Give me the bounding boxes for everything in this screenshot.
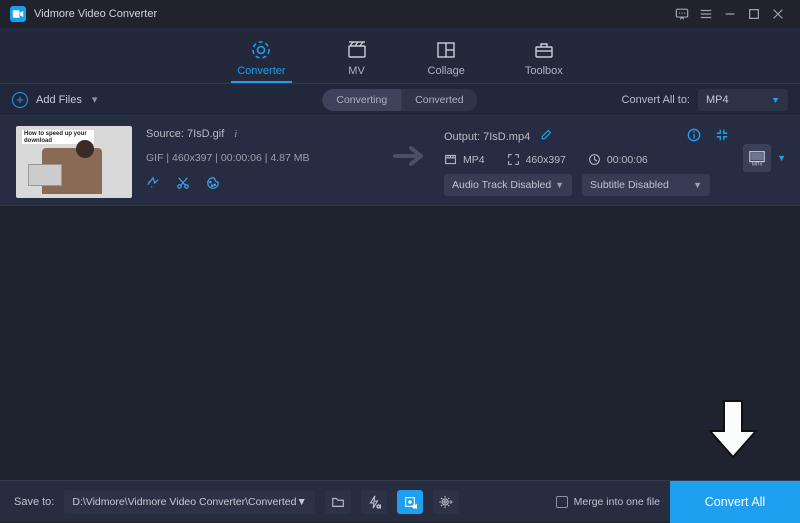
toolbar: + Add Files ▾ Converting Converted Conve…: [0, 84, 800, 116]
cut-icon[interactable]: [176, 176, 190, 190]
source-thumbnail[interactable]: How to speed up your download: [16, 126, 132, 198]
svg-text:ON: ON: [413, 504, 417, 509]
hw-accel-button[interactable]: OFF: [361, 490, 387, 514]
tab-collage[interactable]: Collage: [428, 39, 465, 83]
source-meta: GIF | 460x397 | 00:00:06 | 4.87 MB: [146, 152, 376, 164]
convert-all-button[interactable]: Convert All: [670, 481, 800, 523]
app-logo: [10, 6, 26, 22]
subtitle-select[interactable]: Subtitle Disabled ▼: [582, 174, 710, 196]
tab-label: Toolbox: [525, 65, 563, 77]
svg-text:OFF: OFF: [377, 504, 381, 509]
dropdown-value: MP4: [706, 94, 729, 106]
out-format: MP4: [463, 154, 485, 166]
output-label: Output: 7IsD.mp4: [444, 131, 530, 143]
settings-button[interactable]: [433, 490, 459, 514]
status-segmented: Converting Converted: [322, 89, 477, 111]
add-files-label: Add Files: [36, 94, 82, 106]
menu-icon[interactable]: [694, 2, 718, 26]
chevron-down-icon: ▼: [693, 180, 702, 190]
file-list: How to speed up your download Source: 7I…: [0, 116, 800, 206]
plus-icon: +: [12, 92, 28, 108]
output-profile-button[interactable]: MP4: [743, 144, 771, 172]
output-column: Output: 7IsD.mp4 MP4 460x397 00:00:06 Au…: [444, 126, 729, 196]
output-format-dropdown[interactable]: MP4 ▼: [698, 89, 788, 111]
feedback-icon[interactable]: [670, 2, 694, 26]
tab-converter[interactable]: Converter: [237, 39, 285, 83]
save-path-value: D:\Vidmore\Vidmore Video Converter\Conve…: [72, 496, 296, 508]
minimize-button[interactable]: [718, 2, 742, 26]
file-info-icon[interactable]: [687, 128, 701, 145]
collage-icon: [435, 39, 457, 61]
tab-mv[interactable]: MV: [346, 39, 368, 83]
add-files-button[interactable]: + Add Files ▾: [12, 92, 97, 108]
chevron-down-icon: ▼: [555, 180, 564, 190]
checkbox-icon: [556, 496, 568, 508]
source-label: Source: 7IsD.gif: [146, 128, 224, 140]
seg-converting[interactable]: Converting: [322, 89, 401, 111]
app-title: Vidmore Video Converter: [34, 8, 157, 20]
top-nav: Converter MV Collage Toolbox: [0, 28, 800, 84]
palette-icon[interactable]: [206, 176, 220, 190]
tab-label: Collage: [428, 65, 465, 77]
source-column: Source: 7IsD.gif i GIF | 460x397 | 00:00…: [146, 126, 376, 190]
convert-all-label: Convert All: [705, 495, 765, 509]
merge-checkbox[interactable]: Merge into one file: [556, 496, 660, 508]
bottom-bar: Save to: D:\Vidmore\Vidmore Video Conver…: [0, 480, 800, 522]
mv-icon: [346, 39, 368, 61]
profile-chevron-icon[interactable]: ▼: [777, 153, 786, 163]
out-resolution: 460x397: [526, 154, 566, 166]
close-button[interactable]: [766, 2, 790, 26]
select-value: Audio Track Disabled: [452, 179, 551, 191]
save-to-label: Save to:: [14, 496, 54, 508]
edit-name-icon[interactable]: [540, 129, 552, 144]
duration-icon: [588, 153, 601, 166]
tab-label: Converter: [237, 65, 285, 77]
select-value: Subtitle Disabled: [590, 179, 669, 191]
file-item: How to speed up your download Source: 7I…: [0, 116, 800, 206]
tab-label: MV: [348, 65, 365, 77]
tab-toolbox[interactable]: Toolbox: [525, 39, 563, 83]
seg-converted[interactable]: Converted: [401, 89, 477, 111]
format-icon: [444, 153, 457, 166]
audio-track-select[interactable]: Audio Track Disabled ▼: [444, 174, 572, 196]
title-bar: Vidmore Video Converter: [0, 0, 800, 28]
toolbox-icon: [533, 39, 555, 61]
maximize-button[interactable]: [742, 2, 766, 26]
convert-all-to: Convert All to: MP4 ▼: [622, 89, 788, 111]
gpu-button[interactable]: ON: [397, 490, 423, 514]
svg-text:MP4: MP4: [752, 162, 762, 167]
enhance-icon[interactable]: [146, 176, 160, 190]
open-folder-button[interactable]: [325, 490, 351, 514]
save-path-dropdown[interactable]: D:\Vidmore\Vidmore Video Converter\Conve…: [64, 490, 315, 514]
arrow-icon: [390, 144, 430, 168]
compress-icon[interactable]: [715, 128, 729, 145]
info-icon[interactable]: i: [234, 128, 237, 140]
convert-all-to-label: Convert All to:: [622, 94, 690, 106]
chevron-down-icon: ▾: [92, 93, 98, 106]
merge-label: Merge into one file: [574, 496, 660, 508]
chevron-down-icon: ▼: [771, 95, 780, 105]
converter-icon: [250, 39, 272, 61]
hint-arrow-icon: [704, 397, 762, 466]
out-duration: 00:00:06: [607, 154, 648, 166]
chevron-down-icon: ▼: [296, 496, 306, 508]
resolution-icon: [507, 153, 520, 166]
